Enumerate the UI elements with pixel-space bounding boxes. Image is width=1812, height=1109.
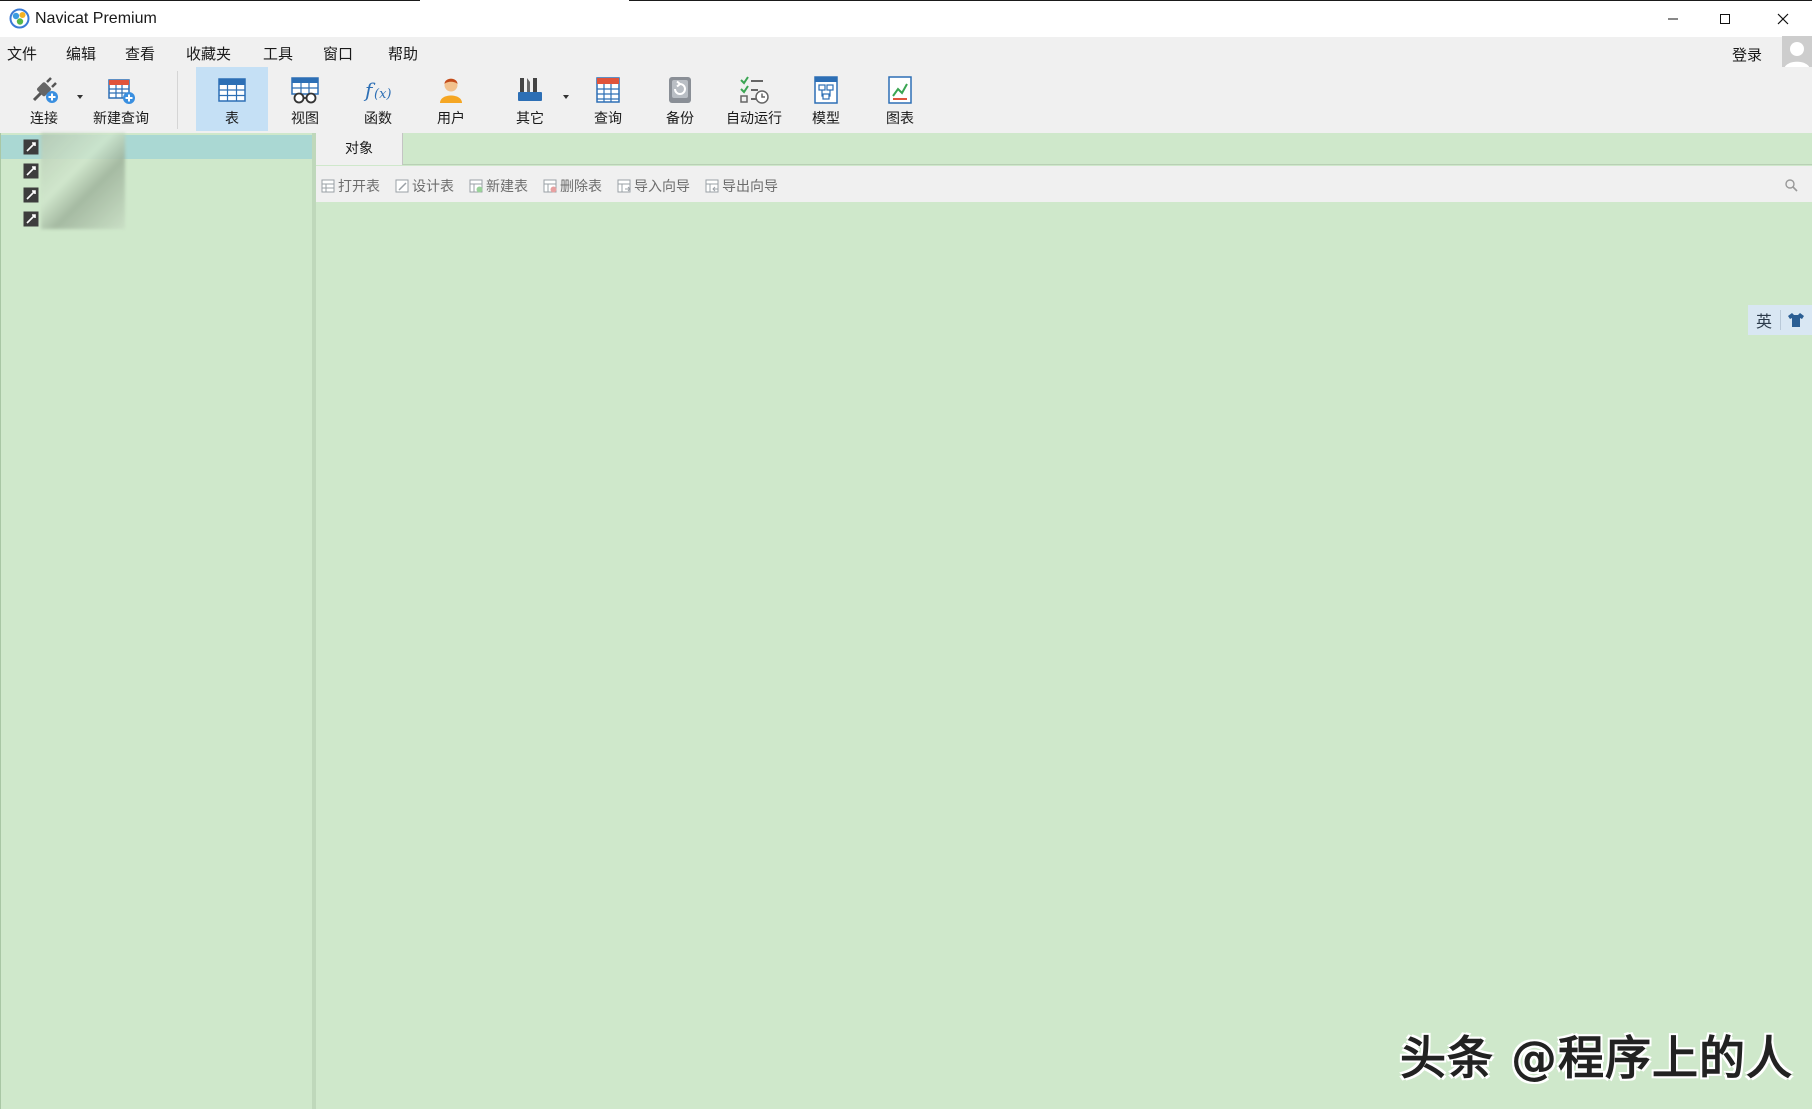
tools-icon — [518, 78, 542, 101]
import-wizard-icon — [617, 179, 631, 193]
connection-icon[interactable] — [23, 211, 39, 227]
connection-icon[interactable] — [23, 139, 39, 155]
connection-icon[interactable] — [23, 187, 39, 203]
user-avatar-icon — [1784, 42, 1810, 70]
open-table-icon — [321, 179, 335, 193]
maximize-icon — [1720, 14, 1730, 24]
tab-strip: 对象 — [316, 133, 1812, 165]
toolbar-table-button[interactable]: 表 — [196, 67, 268, 131]
view-icon — [291, 77, 319, 104]
toolbar-label: 模型 — [812, 111, 840, 127]
toolbar-connect-button[interactable]: 连接 — [18, 67, 70, 131]
toolbar-user-button[interactable]: 用户 — [418, 67, 484, 131]
model-icon — [814, 76, 838, 104]
ime-language[interactable]: 英 — [1748, 308, 1780, 332]
close-button[interactable] — [1754, 1, 1812, 37]
maximize-button[interactable] — [1696, 1, 1754, 37]
schedule-icon — [740, 76, 769, 104]
menu-favorites[interactable]: 收藏夹 — [186, 43, 231, 64]
toolbar-new-query-button[interactable]: 新建查询 — [88, 67, 154, 131]
window-title: Navicat Premium — [35, 10, 157, 27]
menu-edit[interactable]: 编辑 — [66, 43, 96, 64]
new-table-icon — [469, 179, 483, 193]
function-icon: f (x) — [363, 78, 391, 102]
delete-table-icon — [543, 179, 557, 193]
toolbar-label: 连接 — [30, 111, 58, 127]
connection-tree — [0, 133, 312, 1109]
toolbar-label: 表 — [225, 111, 239, 127]
other-dropdown-icon[interactable] — [563, 95, 569, 99]
toolbar-query-button[interactable]: 查询 — [576, 67, 640, 131]
toolbar-label: 备份 — [666, 111, 694, 127]
search-icon[interactable] — [1784, 178, 1798, 192]
export-wizard-button[interactable]: 导出向导 — [705, 176, 778, 196]
table-icon — [218, 78, 246, 102]
main-toolbar: 连接 新建查询 表 视图 f (x) 函数 用户 其它 查询 备份 自动运行 模… — [0, 67, 1812, 133]
title-bar: Navicat Premium — [0, 0, 1812, 37]
design-table-button[interactable]: 设计表 — [395, 176, 454, 196]
object-list-area[interactable] — [316, 202, 1812, 1109]
export-wizard-icon — [705, 179, 719, 193]
menu-tools[interactable]: 工具 — [263, 43, 293, 64]
toolbar-separator — [177, 71, 178, 129]
toolbar-model-button[interactable]: 模型 — [794, 67, 858, 131]
plug-icon — [32, 77, 58, 103]
toolbar-label: 视图 — [291, 111, 319, 127]
toolbar-backup-button[interactable]: 备份 — [648, 67, 712, 131]
query-icon — [596, 77, 620, 103]
import-wizard-button[interactable]: 导入向导 — [617, 176, 690, 196]
toolbar-other-button[interactable]: 其它 — [497, 67, 563, 131]
toolbar-view-button[interactable]: 视图 — [272, 67, 338, 131]
backup-icon — [669, 77, 691, 103]
design-table-icon — [395, 179, 409, 193]
toolbar-label: 函数 — [364, 111, 392, 127]
open-table-button[interactable]: 打开表 — [321, 176, 380, 196]
toolbar-label: 用户 — [437, 111, 465, 127]
avatar[interactable] — [1782, 36, 1812, 70]
title-notch — [420, 0, 629, 2]
redacted-connection-names — [41, 133, 125, 229]
toolbar-label: 查询 — [594, 111, 622, 127]
object-panel: 对象 打开表 设计表 新建表 删除表 导入向导 导出向导 — [316, 133, 1812, 1109]
toolbar-chart-button[interactable]: 图表 — [868, 67, 932, 131]
new-table-button[interactable]: 新建表 — [469, 176, 528, 196]
user-icon — [440, 78, 462, 103]
menu-view[interactable]: 查看 — [125, 43, 155, 64]
ime-indicator[interactable]: 英 — [1748, 305, 1812, 335]
minimize-button[interactable] — [1644, 1, 1702, 37]
menu-file[interactable]: 文件 — [7, 43, 37, 64]
ime-skin-button[interactable] — [1781, 312, 1811, 328]
toolbar-automation-button[interactable]: 自动运行 — [716, 67, 792, 131]
toolbar-function-button[interactable]: f (x) 函数 — [345, 67, 411, 131]
new-query-icon — [108, 79, 135, 104]
chart-icon — [888, 76, 912, 104]
delete-table-button[interactable]: 删除表 — [543, 176, 602, 196]
connection-icon[interactable] — [23, 163, 39, 179]
tab-objects[interactable]: 对象 — [316, 133, 403, 165]
toolbar-label: 图表 — [886, 111, 914, 127]
minimize-icon — [1668, 18, 1678, 20]
watermark-text: 头条 @程序上的人 — [1400, 1031, 1794, 1085]
shirt-icon — [1788, 313, 1804, 327]
toolbar-label: 自动运行 — [726, 111, 782, 127]
object-toolbar: 打开表 设计表 新建表 删除表 导入向导 导出向导 — [316, 166, 1812, 202]
menu-bar: 文件 编辑 查看 收藏夹 工具 窗口 帮助 登录 — [0, 37, 1812, 67]
menu-window[interactable]: 窗口 — [323, 43, 353, 64]
toolbar-label: 新建查询 — [93, 111, 149, 127]
login-link[interactable]: 登录 — [1732, 44, 1762, 65]
svg-text:(x): (x) — [374, 87, 391, 102]
menu-help[interactable]: 帮助 — [388, 43, 418, 64]
toolbar-label: 其它 — [516, 111, 544, 127]
connect-dropdown-icon[interactable] — [77, 95, 83, 99]
close-icon — [1777, 13, 1789, 25]
navicat-logo-icon — [9, 8, 30, 29]
